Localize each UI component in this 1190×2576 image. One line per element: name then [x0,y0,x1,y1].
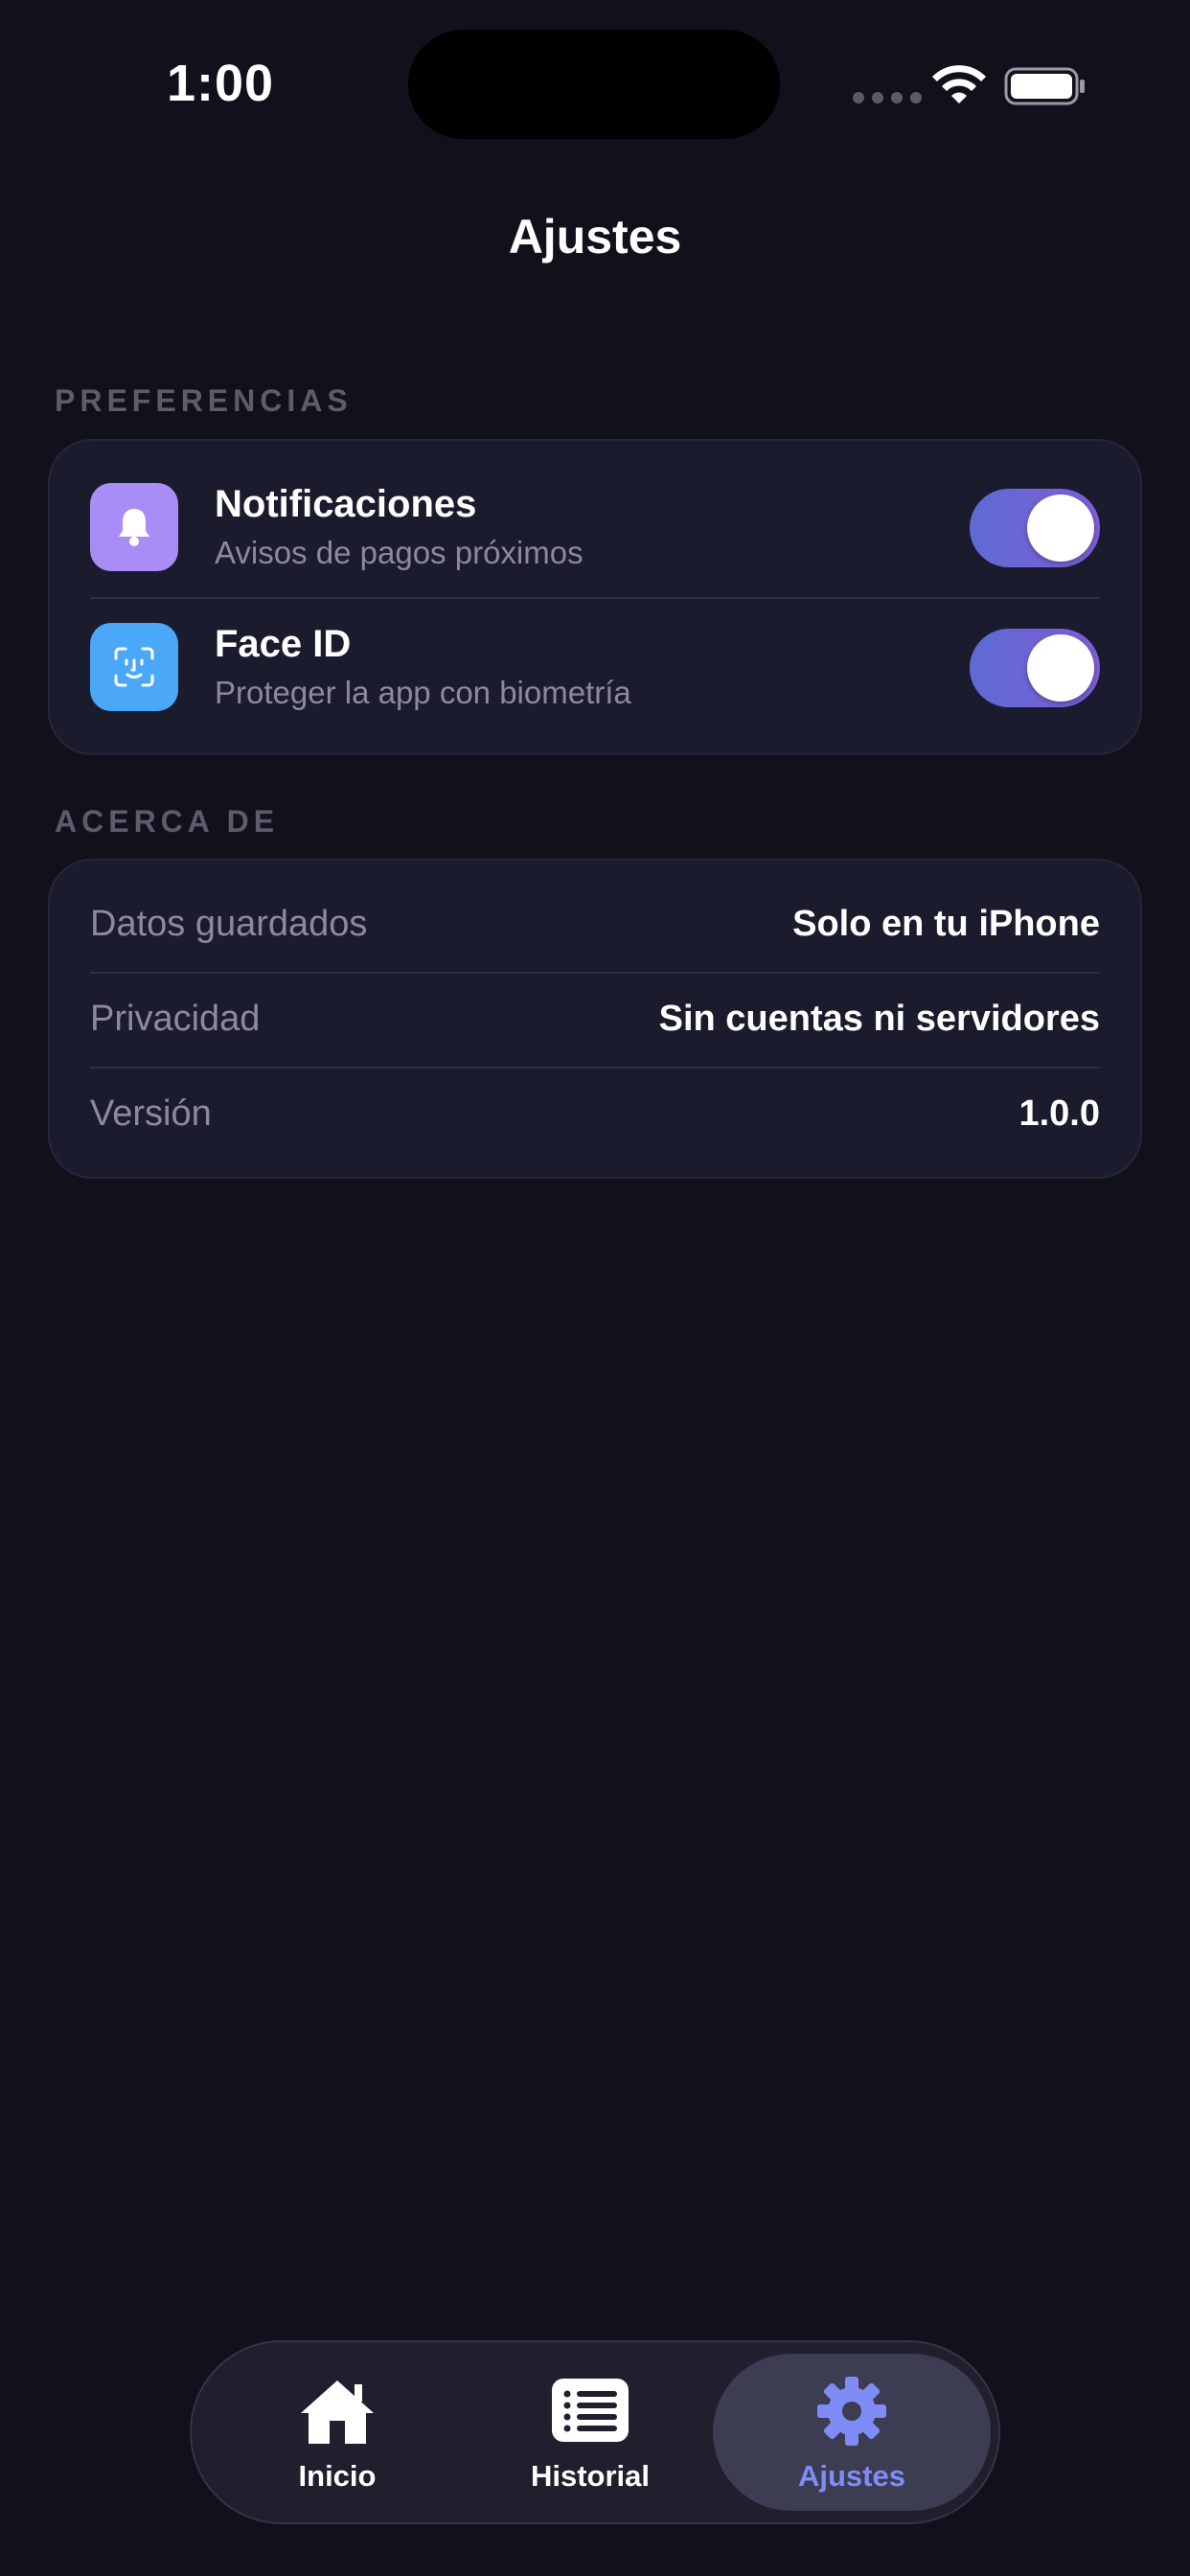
face-id-row: Face ID Proteger la app con biometría [50,598,1140,738]
notifications-row: Notificaciones Avisos de pagos próximos [50,441,1140,581]
version-label: Versión [90,1093,212,1134]
gear-icon [817,2377,886,2446]
tab-inicio[interactable]: Inicio [241,2342,433,2522]
wifi-icon [932,65,986,104]
face-id-title: Face ID [215,623,352,665]
privacy-label: Privacidad [90,999,261,1039]
battery-icon [1004,67,1085,105]
notifications-title: Notificaciones [215,483,477,525]
data-storage-value: Solo en tu iPhone [792,904,1100,944]
version-value: 1.0.0 [1018,1093,1100,1134]
home-icon [301,2380,374,2444]
dynamic-island [408,30,780,139]
tab-historial-label: Historial [530,2459,651,2493]
list-icon [552,2379,629,2442]
divider [90,1067,1100,1069]
about-card: Datos guardados Solo en tu iPhone Privac… [48,859,1142,1179]
settings-screen: 1:00 Ajustes PREFERENCIAS Notificaciones… [0,0,1190,2576]
page-title: Ajustes [508,210,682,264]
cellular-signal-icon [853,92,922,104]
data-storage-label: Datos guardados [90,904,368,944]
toggle-knob [1027,494,1094,562]
face-id-subtitle: Proteger la app con biometría [215,675,631,710]
preferences-card: Notificaciones Avisos de pagos próximos [48,439,1142,755]
face-id-icon [90,623,178,711]
tab-ajustes[interactable]: Ajustes [756,2342,948,2522]
bell-icon [90,483,178,571]
notifications-toggle[interactable] [970,489,1100,567]
tab-bar: Inicio Historial Ajustes [190,2340,1000,2524]
tab-ajustes-label: Ajustes [798,2459,905,2493]
tab-inicio-label: Inicio [298,2459,377,2493]
toggle-knob [1027,634,1094,702]
about-section-header: ACERCA DE [55,804,280,839]
face-id-toggle[interactable] [970,629,1100,707]
divider [90,972,1100,974]
notifications-subtitle: Avisos de pagos próximos [215,535,584,570]
privacy-value: Sin cuentas ni servidores [658,999,1100,1039]
tab-historial[interactable]: Historial [494,2342,686,2522]
preferences-section-header: PREFERENCIAS [55,383,353,418]
status-time: 1:00 [167,55,275,112]
